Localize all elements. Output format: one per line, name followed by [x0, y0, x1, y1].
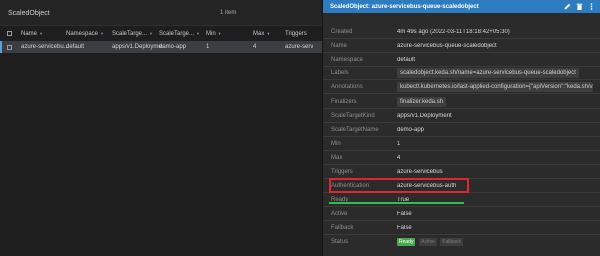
detail-labels: Labels scaledobject.keda.sh/name=azure-se…	[323, 67, 600, 80]
detail-max: Max 4	[323, 152, 600, 165]
sort-icon: ▼	[149, 31, 153, 36]
detail-scaletargetkind: ScaleTargetKind apps/v1.Deployment	[323, 110, 600, 123]
detail-annotations: Annotations kubectl.kubernetes.io/last-ap…	[323, 81, 600, 94]
table-header: Name ▼ Namespace ▼ ScaleTarge... ▼ ScaleTar…	[0, 27, 322, 40]
label-chip: scaledobject.keda.sh/name=azure-serviceb…	[397, 68, 579, 78]
cell-min: 1	[206, 44, 210, 50]
authentication-highlight	[329, 178, 469, 193]
detail-active: Active False	[323, 208, 600, 221]
list-title: ScaledObject	[8, 10, 50, 17]
col-namespace[interactable]: Namespace ▼	[66, 27, 104, 40]
detail-status: Status Ready Active Fallback	[331, 238, 464, 246]
col-scaletargetkind[interactable]: ScaleTarge... ▼	[112, 27, 153, 40]
more-menu-icon[interactable]	[588, 3, 595, 10]
sort-icon: ▼	[266, 31, 271, 36]
item-count: 1 item	[220, 10, 237, 16]
sort-icon: ▼	[39, 31, 43, 36]
col-name[interactable]: Name ▼	[21, 27, 43, 40]
detail-scaletargetname: ScaleTargetName demo-app	[323, 124, 600, 137]
detail-min: Min 1	[323, 138, 600, 151]
col-max[interactable]: Max ▼	[253, 27, 270, 40]
table-row[interactable]: azure-servicebu... default apps/v1.Deplo…	[0, 41, 322, 53]
namespace-link[interactable]: default	[397, 57, 415, 63]
annotation-chip: kubectl.kubernetes.io/last-applied-confi…	[397, 82, 593, 92]
details-drawer: ScaledObject: azure-servicebus-queue-sca…	[322, 0, 600, 256]
drawer-title: ScaledObject: azure-servicebus-queue-sca…	[330, 3, 479, 10]
cell-triggers: azure-serv	[285, 44, 314, 50]
edit-icon[interactable]	[564, 3, 571, 10]
detail-fallback: Fallback False	[323, 222, 600, 235]
sort-icon: ▼	[217, 31, 222, 36]
detail-name: Name azure-servicebus-queue-scaledobject	[323, 40, 600, 53]
cell-scaletargetname: demo-app	[159, 44, 187, 50]
cell-namespace: default	[66, 44, 85, 50]
status-badge-ready: Ready	[397, 238, 416, 246]
sort-icon: ▼	[196, 31, 200, 36]
ready-underline	[329, 202, 464, 204]
col-scaletargetname[interactable]: ScaleTarge... ▼	[159, 27, 200, 40]
detail-namespace: Namespace default	[323, 54, 600, 67]
col-triggers[interactable]: Triggers	[285, 27, 307, 40]
drawer-header: ScaledObject: azure-servicebus-queue-sca…	[323, 0, 600, 13]
finalizer-chip: finalizer.keda.sh	[397, 97, 447, 107]
cell-max: 4	[253, 44, 257, 50]
detail-finalizers: Finalizers finalizer.keda.sh	[323, 96, 600, 109]
detail-ready: Ready True	[323, 194, 600, 207]
delete-icon[interactable]	[576, 3, 583, 10]
detail-created: Created 4m 49s ago (2022-03-11T18:18:42+0…	[323, 26, 600, 39]
sort-icon: ▼	[100, 31, 104, 36]
status-badge-fallback: Fallback	[440, 238, 464, 246]
row-checkbox[interactable]	[7, 41, 12, 53]
col-min[interactable]: Min ▼	[206, 27, 222, 40]
cell-name: azure-servicebu...	[21, 44, 69, 50]
select-all-checkbox[interactable]	[7, 27, 12, 40]
status-badge-active: Active	[419, 238, 437, 246]
